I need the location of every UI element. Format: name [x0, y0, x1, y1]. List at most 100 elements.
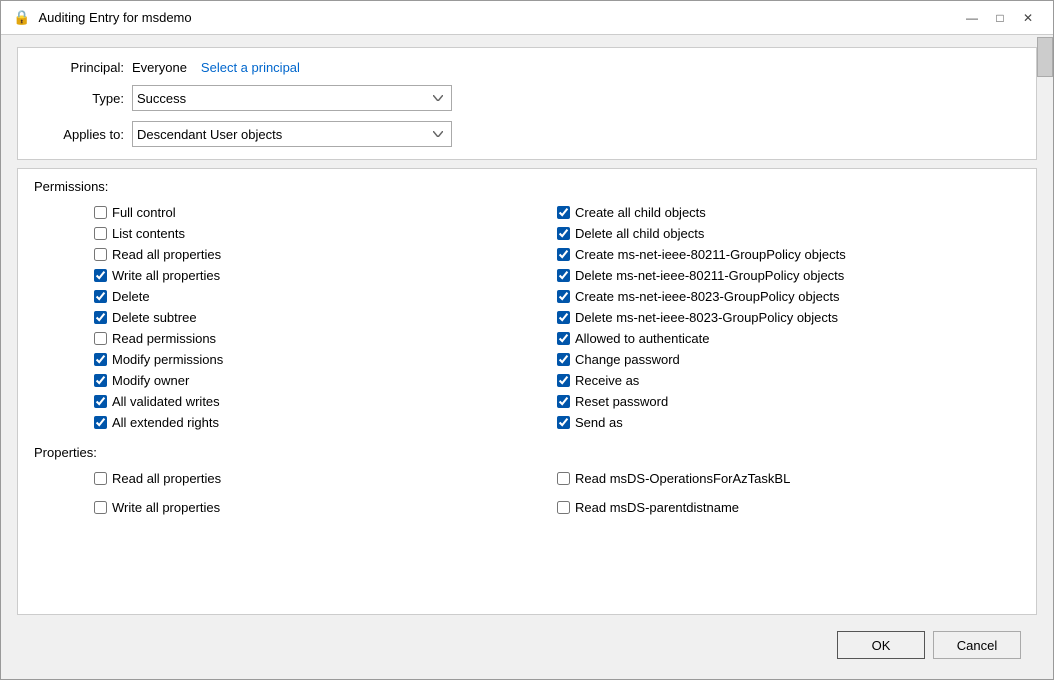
perm-delete-all-child-checkbox[interactable] — [557, 227, 570, 240]
perm-change-password-label: Change password — [575, 352, 680, 367]
prop-read-msds-aztask-checkbox[interactable] — [557, 472, 570, 485]
perm-read-all-props-label: Read all properties — [112, 247, 221, 262]
type-dropdown[interactable]: Success Fail All — [132, 85, 452, 111]
list-item: Reset password — [557, 391, 1020, 412]
perm-reset-password-checkbox[interactable] — [557, 395, 570, 408]
permissions-section: Permissions: Full control List contents — [17, 168, 1037, 615]
perm-full-control-checkbox[interactable] — [94, 206, 107, 219]
perm-create-all-child-label: Create all child objects — [575, 205, 706, 220]
title-bar: 🔒 Auditing Entry for msdemo — □ ✕ — [1, 1, 1053, 35]
list-item: Create ms-net-ieee-8023-GroupPolicy obje… — [557, 286, 1020, 307]
perm-create-80211-label: Create ms-net-ieee-80211-GroupPolicy obj… — [575, 247, 846, 262]
title-bar-left: 🔒 Auditing Entry for msdemo — [13, 9, 192, 26]
perm-receive-as-label: Receive as — [575, 373, 639, 388]
maximize-button[interactable]: □ — [987, 8, 1013, 28]
list-item: Delete subtree — [94, 307, 557, 328]
scrollbar-thumb[interactable] — [1037, 37, 1053, 77]
ok-button[interactable]: OK — [837, 631, 925, 659]
permissions-left-col: Full control List contents Read all prop… — [94, 202, 557, 433]
list-item: Read permissions — [94, 328, 557, 349]
list-item: Read all properties — [94, 244, 557, 265]
perm-delete-8023-checkbox[interactable] — [557, 311, 570, 324]
prop-write-all-checkbox[interactable] — [94, 501, 107, 514]
title-controls: — □ ✕ — [959, 8, 1041, 28]
perm-send-as-label: Send as — [575, 415, 623, 430]
list-item: Delete ms-net-ieee-8023-GroupPolicy obje… — [557, 307, 1020, 328]
list-item: Create all child objects — [557, 202, 1020, 223]
footer: OK Cancel — [17, 623, 1037, 667]
perm-create-8023-label: Create ms-net-ieee-8023-GroupPolicy obje… — [575, 289, 839, 304]
scrollbar-track — [1037, 35, 1053, 679]
list-item: Create ms-net-ieee-80211-GroupPolicy obj… — [557, 244, 1020, 265]
list-item: Full control — [94, 202, 557, 223]
perm-delete-label: Delete — [112, 289, 150, 304]
perm-create-8023-checkbox[interactable] — [557, 290, 570, 303]
perm-all-validated-writes-checkbox[interactable] — [94, 395, 107, 408]
perm-all-extended-rights-checkbox[interactable] — [94, 416, 107, 429]
top-section: Principal: Everyone Select a principal T… — [17, 47, 1037, 160]
type-row: Type: Success Fail All — [34, 85, 1020, 111]
list-item: Modify permissions — [94, 349, 557, 370]
main-window: 🔒 Auditing Entry for msdemo — □ ✕ Princi… — [0, 0, 1054, 680]
perm-modify-owner-checkbox[interactable] — [94, 374, 107, 387]
window-title: Auditing Entry for msdemo — [38, 10, 191, 25]
select-principal-link[interactable]: Select a principal — [201, 60, 300, 75]
applies-to-dropdown[interactable]: Descendant User objects This object only… — [132, 121, 452, 147]
perm-all-validated-writes-label: All validated writes — [112, 394, 220, 409]
window-icon: 🔒 — [13, 9, 30, 26]
perm-list-contents-label: List contents — [112, 226, 185, 241]
prop-read-msds-parent-checkbox[interactable] — [557, 501, 570, 514]
perm-modify-permissions-label: Modify permissions — [112, 352, 223, 367]
principal-row: Principal: Everyone Select a principal — [34, 60, 1020, 75]
perm-delete-8023-label: Delete ms-net-ieee-8023-GroupPolicy obje… — [575, 310, 838, 325]
perm-list-contents-checkbox[interactable] — [94, 227, 107, 240]
list-item: Read msDS-parentdistname — [557, 497, 1020, 518]
minimize-button[interactable]: — — [959, 8, 985, 28]
perm-read-all-props-checkbox[interactable] — [94, 248, 107, 261]
list-item: Change password — [557, 349, 1020, 370]
properties-label: Properties: — [34, 445, 1020, 460]
perm-write-all-props-checkbox[interactable] — [94, 269, 107, 282]
perm-create-all-child-checkbox[interactable] — [557, 206, 570, 219]
perm-receive-as-checkbox[interactable] — [557, 374, 570, 387]
permissions-label: Permissions: — [34, 179, 1020, 194]
perm-delete-subtree-label: Delete subtree — [112, 310, 197, 325]
close-button[interactable]: ✕ — [1015, 8, 1041, 28]
list-item: Send as — [557, 412, 1020, 433]
type-label: Type: — [34, 91, 124, 106]
principal-value: Everyone — [132, 60, 187, 75]
permissions-right-col: Create all child objects Delete all chil… — [557, 202, 1020, 433]
prop-read-msds-aztask-label: Read msDS-OperationsForAzTaskBL — [575, 471, 790, 486]
perm-modify-permissions-checkbox[interactable] — [94, 353, 107, 366]
properties-right-col: Read msDS-OperationsForAzTaskBL Read msD… — [557, 468, 1020, 518]
perm-read-permissions-checkbox[interactable] — [94, 332, 107, 345]
list-item: All validated writes — [94, 391, 557, 412]
perm-read-permissions-label: Read permissions — [112, 331, 216, 346]
perm-delete-80211-checkbox[interactable] — [557, 269, 570, 282]
perm-change-password-checkbox[interactable] — [557, 353, 570, 366]
list-item: Write all properties — [94, 497, 557, 518]
prop-read-all-checkbox[interactable] — [94, 472, 107, 485]
prop-write-all-label: Write all properties — [112, 500, 220, 515]
prop-read-all-label: Read all properties — [112, 471, 221, 486]
perm-delete-checkbox[interactable] — [94, 290, 107, 303]
perm-reset-password-label: Reset password — [575, 394, 668, 409]
perm-allowed-auth-checkbox[interactable] — [557, 332, 570, 345]
properties-section: Properties: Read all properties Write al… — [34, 445, 1020, 518]
list-item: Delete ms-net-ieee-80211-GroupPolicy obj… — [557, 265, 1020, 286]
list-item: Read all properties — [94, 468, 557, 489]
cancel-button[interactable]: Cancel — [933, 631, 1021, 659]
list-item: Delete all child objects — [557, 223, 1020, 244]
list-item: List contents — [94, 223, 557, 244]
content-area: Principal: Everyone Select a principal T… — [1, 35, 1053, 679]
perm-create-80211-checkbox[interactable] — [557, 248, 570, 261]
principal-label: Principal: — [34, 60, 124, 75]
perm-send-as-checkbox[interactable] — [557, 416, 570, 429]
prop-read-msds-parent-label: Read msDS-parentdistname — [575, 500, 739, 515]
list-item: Read msDS-OperationsForAzTaskBL — [557, 468, 1020, 489]
perm-delete-80211-label: Delete ms-net-ieee-80211-GroupPolicy obj… — [575, 268, 844, 283]
perm-delete-subtree-checkbox[interactable] — [94, 311, 107, 324]
perm-allowed-auth-label: Allowed to authenticate — [575, 331, 709, 346]
perm-modify-owner-label: Modify owner — [112, 373, 189, 388]
list-item: Modify owner — [94, 370, 557, 391]
